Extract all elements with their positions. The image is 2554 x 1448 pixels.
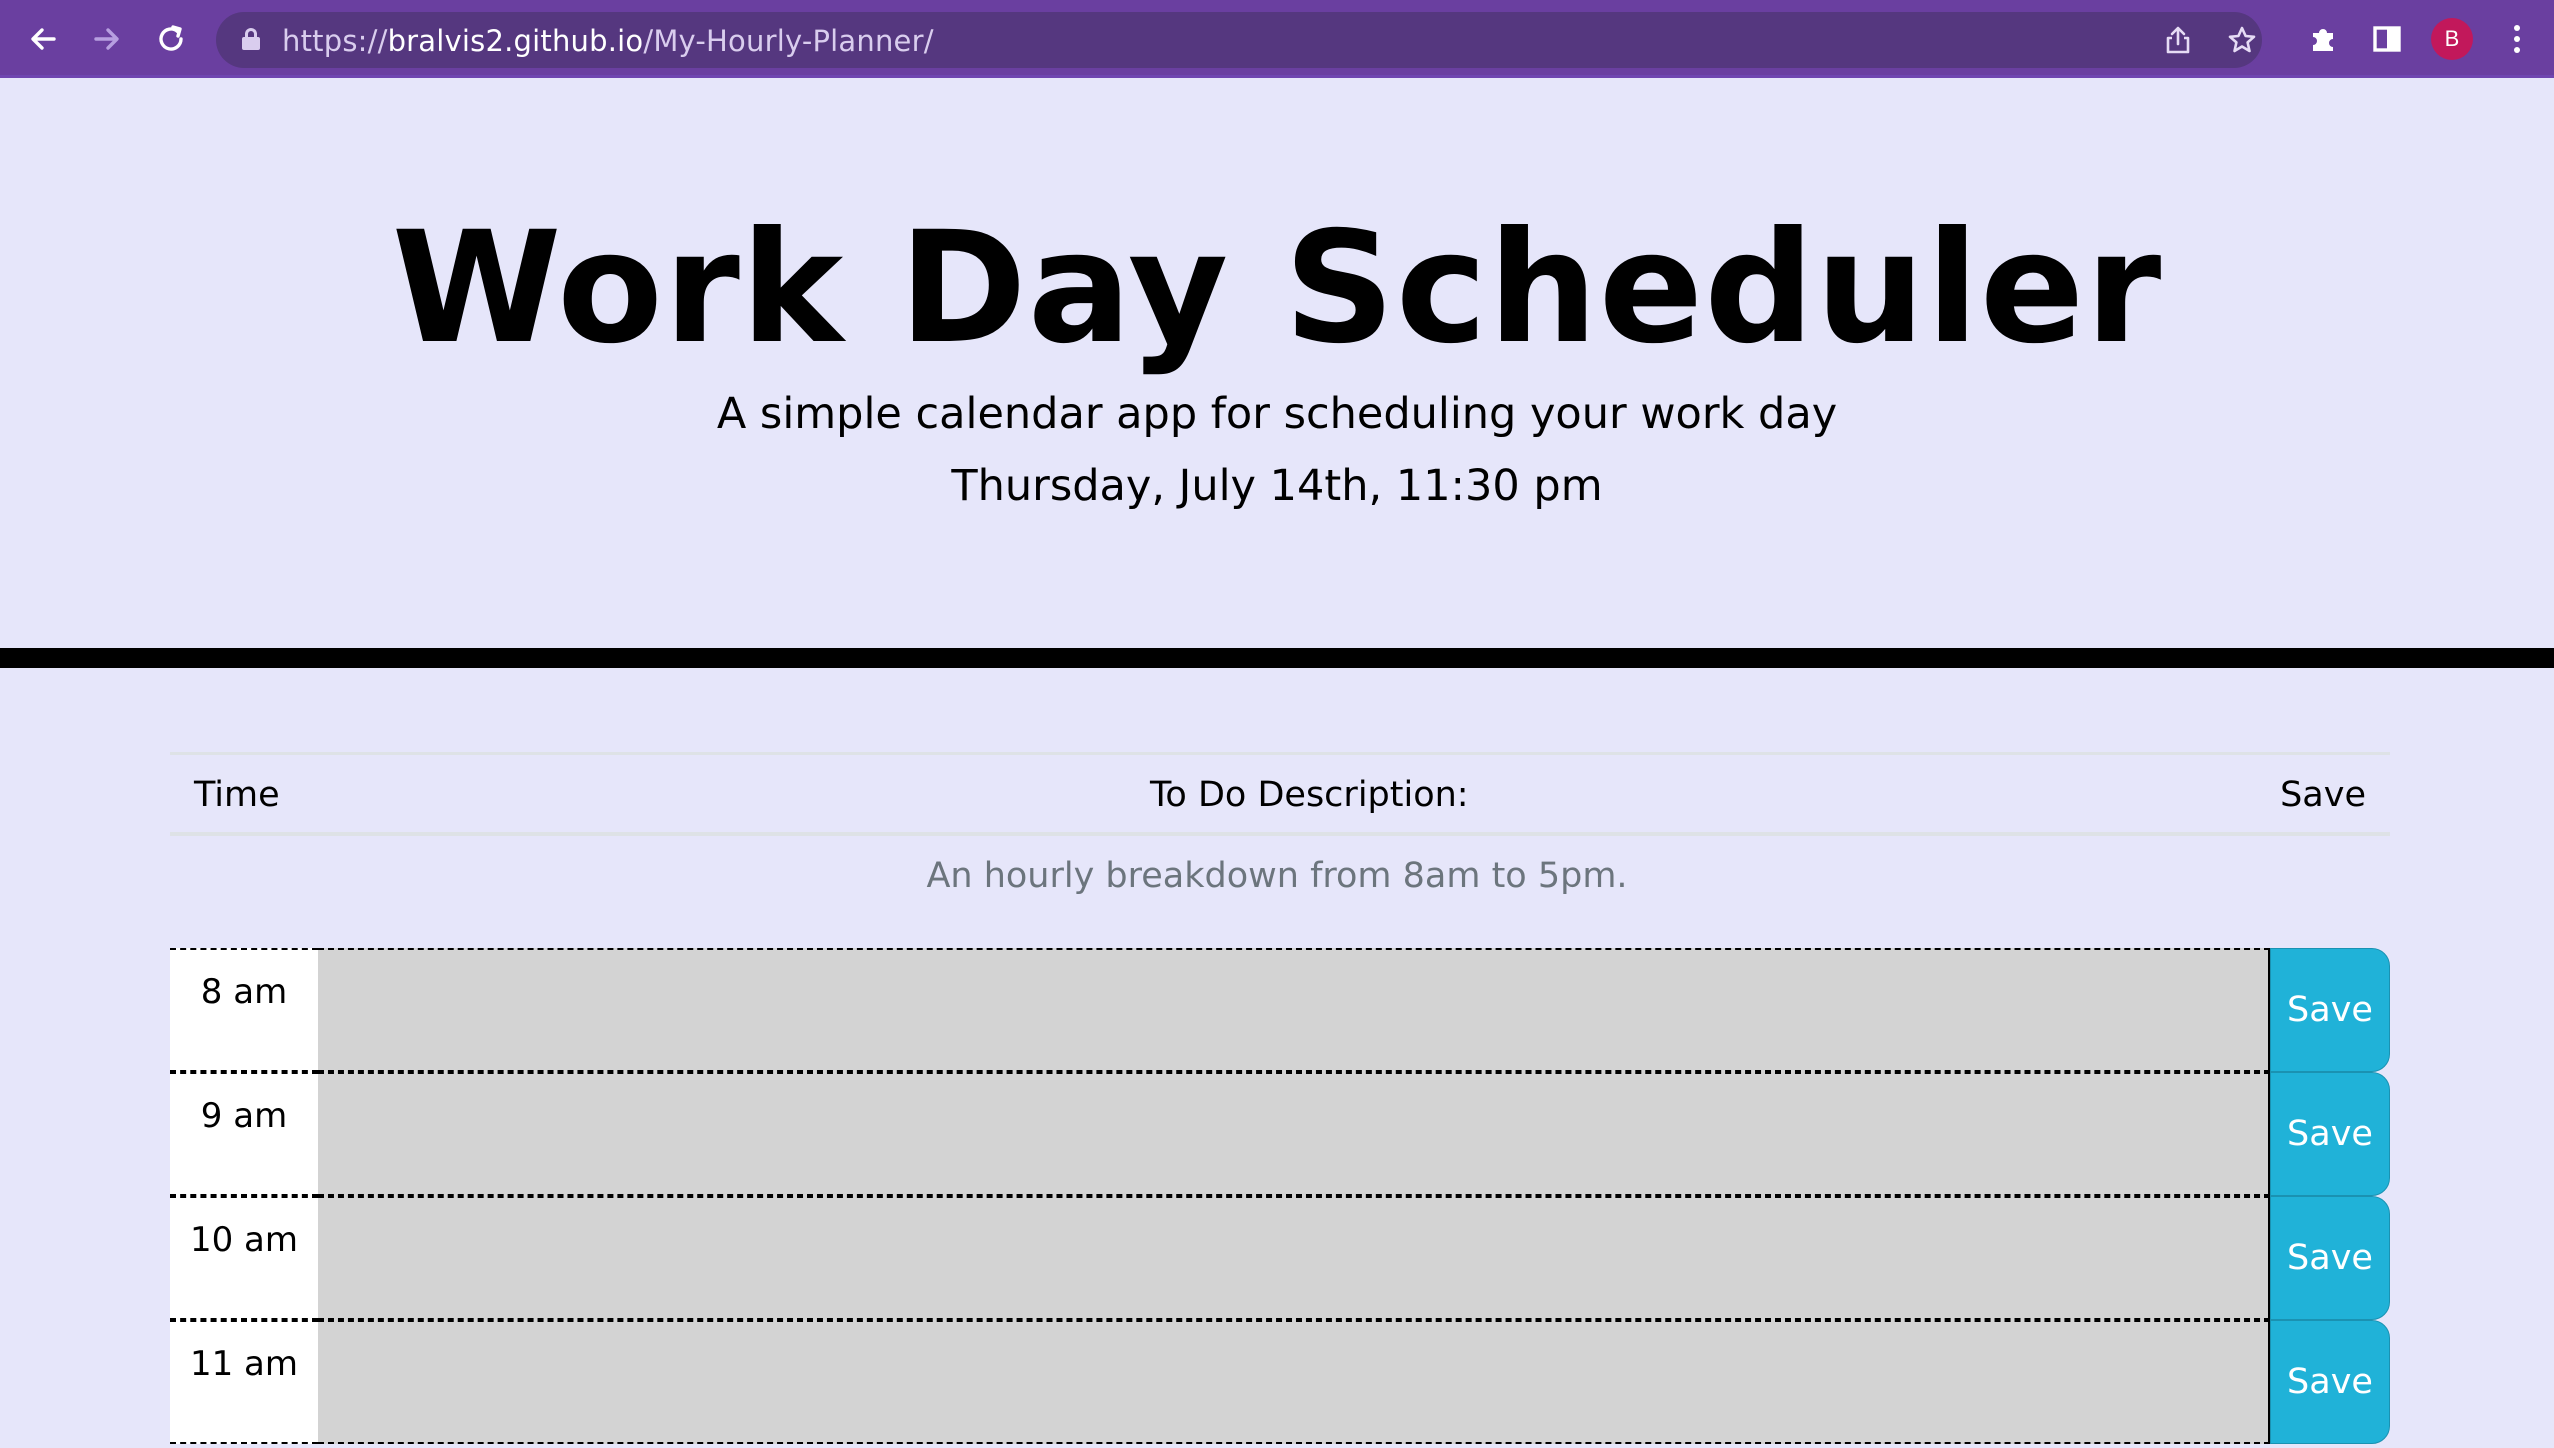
- forward-arrow-icon[interactable]: [84, 16, 130, 62]
- hour-label: 8 am: [170, 948, 318, 1072]
- time-block-row: 9 am Save: [170, 1072, 2390, 1196]
- description-input[interactable]: [318, 1072, 2270, 1196]
- time-block-row: 11 am Save: [170, 1320, 2390, 1444]
- description-input[interactable]: [318, 948, 2270, 1072]
- browser-toolbar: https://bralvis2.github.io/My-Hourly-Pla…: [0, 0, 2554, 78]
- share-icon[interactable]: [2156, 18, 2200, 62]
- column-header-time: Time: [194, 775, 280, 815]
- address-bar[interactable]: https://bralvis2.github.io/My-Hourly-Pla…: [216, 12, 2262, 68]
- description-input[interactable]: [318, 1196, 2270, 1320]
- column-header-description: To Do Description:: [1150, 775, 1469, 815]
- extensions-icon[interactable]: [2300, 16, 2346, 62]
- table-caption: An hourly breakdown from 8am to 5pm.: [926, 856, 1628, 896]
- save-button[interactable]: Save: [2270, 1196, 2390, 1320]
- more-menu-icon[interactable]: [2494, 16, 2540, 62]
- time-block-row: 8 am Save: [170, 948, 2390, 1072]
- hour-label: 11 am: [170, 1320, 318, 1444]
- page-title: Work Day Scheduler: [391, 199, 2163, 378]
- star-icon[interactable]: [2220, 18, 2264, 62]
- profile-avatar[interactable]: B: [2431, 18, 2473, 60]
- column-header-save: Save: [2280, 775, 2366, 815]
- url-path: /My-Hourly-Planner/: [643, 24, 934, 58]
- jumbotron-header: Work Day Scheduler A simple calendar app…: [0, 78, 2554, 668]
- side-panel-icon[interactable]: [2364, 16, 2410, 62]
- current-day: Thursday, July 14th, 11:30 pm: [951, 461, 1603, 511]
- url-host: bralvis2.github.io: [387, 24, 644, 58]
- description-input[interactable]: [318, 1320, 2270, 1444]
- time-block-row: 10 am Save: [170, 1196, 2390, 1320]
- save-button[interactable]: Save: [2270, 948, 2390, 1072]
- back-arrow-icon[interactable]: [20, 16, 66, 62]
- save-button[interactable]: Save: [2270, 1072, 2390, 1196]
- reload-icon[interactable]: [148, 16, 194, 62]
- lock-icon[interactable]: [242, 28, 260, 50]
- url-text[interactable]: https://bralvis2.github.io/My-Hourly-Pla…: [282, 24, 934, 58]
- page-subtitle: A simple calendar app for scheduling you…: [716, 389, 1838, 439]
- hour-label: 10 am: [170, 1196, 318, 1320]
- save-button[interactable]: Save: [2270, 1320, 2390, 1444]
- hour-label: 9 am: [170, 1072, 318, 1196]
- url-scheme: https://: [282, 24, 388, 58]
- table-header: Time To Do Description: Save: [170, 752, 2390, 836]
